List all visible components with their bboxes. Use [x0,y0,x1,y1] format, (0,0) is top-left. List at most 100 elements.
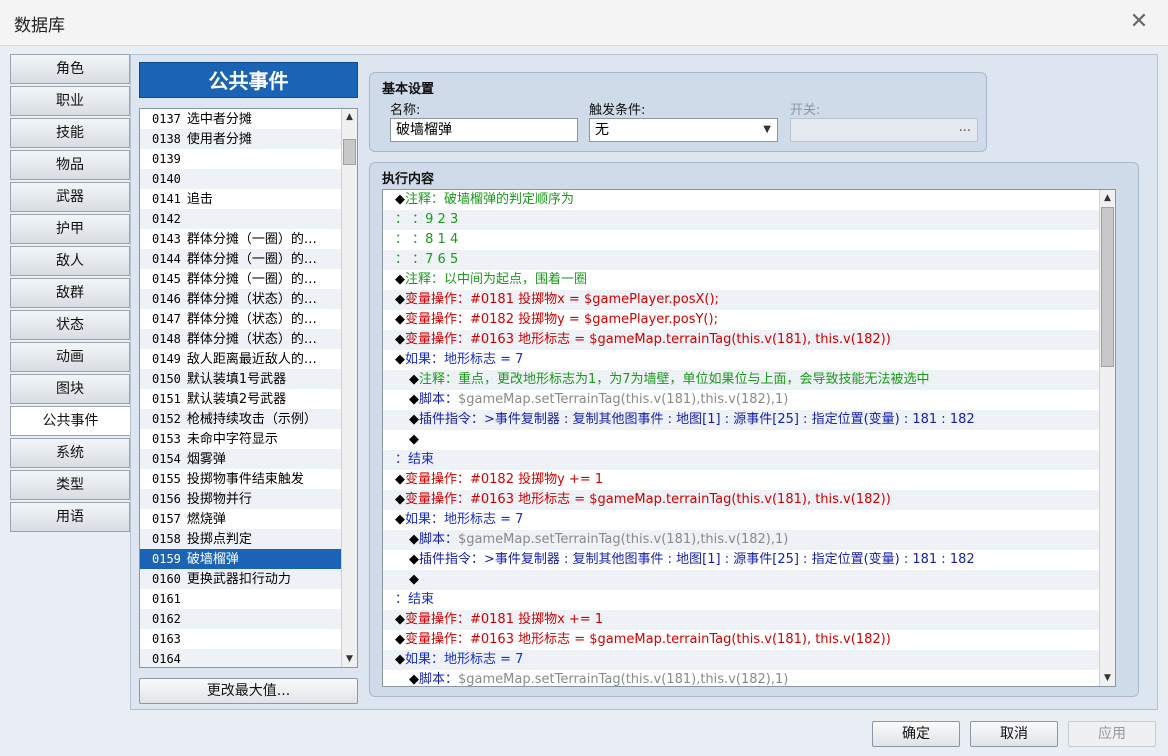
list-item-id: 0148 [152,332,181,346]
list-item-id: 0161 [152,592,181,606]
command-row[interactable]: ◆变量操作：#0182 投掷物y = $gamePlayer.posY(); [383,310,1099,330]
command-text: 脚本： [419,392,459,407]
tab-6[interactable]: 敌人 [10,246,130,276]
tab-13[interactable]: 类型 [10,470,130,500]
scroll-thumb[interactable] [343,139,356,165]
scroll-up-icon[interactable]: ▲ [1100,190,1115,206]
list-item[interactable]: 0152 枪械持续攻击（示例） [140,409,341,429]
scroll-down-icon[interactable]: ▼ [1100,670,1115,686]
list-item[interactable]: 0145 群体分摊（一圈）的… [140,269,341,289]
list-item[interactable]: 0148 群体分摊（状态）的… [140,329,341,349]
name-field[interactable]: 破墙榴弹 [390,118,578,142]
command-row[interactable]: ◆脚本：$gameMap.setTerrainTag(this.v(181),t… [383,670,1099,686]
command-row[interactable]: ◆脚本：$gameMap.setTerrainTag(this.v(181),t… [383,390,1099,410]
list-item[interactable]: 0162 [140,609,341,629]
command-row[interactable]: ：结束 [383,450,1099,470]
tab-10[interactable]: 图块 [10,374,130,404]
category-tabs: 角色 职业 技能 物品 武器 护甲 敌人 敌群 状态 动画 图块 公共事件 系统 类型 用语 [10,54,131,534]
tab-14[interactable]: 用语 [10,502,130,532]
list-item[interactable]: 0144 群体分摊（一圈）的… [140,249,341,269]
list-item[interactable]: 0154 烟雾弹 [140,449,341,469]
tab-12[interactable]: 系统 [10,438,130,468]
command-row[interactable]: ◆脚本：$gameMap.setTerrainTag(this.v(181),t… [383,530,1099,550]
change-max-button[interactable]: 更改最大值... [139,678,358,704]
list-item[interactable]: 0143 群体分摊（一圈）的… [140,229,341,249]
command-row[interactable]: ◆注释：破墙榴弹的判定顺序为 [383,190,1099,210]
list-item[interactable]: 0141 追击 [140,189,341,209]
command-row[interactable]: ◆变量操作：#0163 地形标志 = $gameMap.terrainTag(t… [383,490,1099,510]
list-item[interactable]: 0161 [140,589,341,609]
command-row[interactable]: ◆变量操作：#0181 投掷物x += 1 [383,610,1099,630]
command-row[interactable]: ◆变量操作：#0182 投掷物y += 1 [383,470,1099,490]
list-item[interactable]: 0153 未命中字符显示 [140,429,341,449]
list-item-id: 0160 [152,572,181,586]
list-item[interactable]: 0147 群体分摊（状态）的… [140,309,341,329]
tab-7[interactable]: 敌群 [10,278,130,308]
list-item-id: 0139 [152,152,181,166]
command-row[interactable]: ◆ [383,430,1099,450]
command-row[interactable]: ◆如果：地形标志 = 7 [383,650,1099,670]
tab-8[interactable]: 状态 [10,310,130,340]
command-row[interactable]: ◆变量操作：#0163 地形标志 = $gameMap.terrainTag(t… [383,630,1099,650]
list-item[interactable]: 0156 投掷物并行 [140,489,341,509]
command-row[interactable]: ： ：8 1 4 [383,230,1099,250]
tab-2[interactable]: 技能 [10,118,130,148]
list-item-id: 0164 [152,652,181,666]
list-item[interactable]: 0137 选中者分摊 [140,109,341,129]
command-row[interactable]: ◆插件指令：>事件复制器 : 复制其他图事件 : 地图[1] : 源事件[25]… [383,410,1099,430]
command-row[interactable]: ◆ [383,570,1099,590]
list-item[interactable]: 0149 敌人距离最近敌人的… [140,349,341,369]
scroll-up-icon[interactable]: ▲ [342,109,357,125]
trigger-select[interactable]: 无 ▼ [589,118,778,142]
list-item[interactable]: 0142 [140,209,341,229]
command-row[interactable]: ◆注释：重点，更改地形标志为1，为7为墙壁，单位如果位与上面，会导致技能无法被选… [383,370,1099,390]
tab-1[interactable]: 职业 [10,86,130,116]
command-row[interactable]: ◆插件指令：>事件复制器 : 复制其他图事件 : 地图[1] : 源事件[25]… [383,550,1099,570]
tab-4[interactable]: 武器 [10,182,130,212]
list-scrollbar[interactable]: ▲ ▼ [341,109,357,667]
exec-command-list[interactable]: ◆注释：破墙榴弹的判定顺序为： ：9 2 3： ：8 1 4： ：7 6 5 ◆注… [382,189,1116,687]
list-item-id: 0158 [152,532,181,546]
list-item[interactable]: 0164 [140,649,341,667]
command-marker: ◆ [395,652,405,667]
list-item[interactable]: 0158 投掷点判定 [140,529,341,549]
command-row[interactable]: ◆如果：地形标志 = 7 [383,510,1099,530]
list-item[interactable]: 0155 投掷物事件结束触发 [140,469,341,489]
list-item[interactable]: 0163 [140,629,341,649]
close-icon[interactable]: ✕ [1126,9,1152,35]
command-row[interactable]: ◆变量操作：#0181 投掷物x = $gamePlayer.posX(); [383,290,1099,310]
command-text: 注释：重点，更改地形标志为1，为7为墙壁，单位如果位与上面，会导致技能无法被选中 [419,372,930,387]
list-item[interactable]: 0140 [140,169,341,189]
command-row[interactable]: ◆变量操作：#0163 地形标志 = $gameMap.terrainTag(t… [383,330,1099,350]
list-header: 公共事件 [139,62,358,98]
command-row[interactable]: ：结束 [383,590,1099,610]
list-item[interactable]: 0139 [140,149,341,169]
command-text: ：结束 [395,452,435,467]
list-item[interactable]: 0151 默认装填2号武器 [140,389,341,409]
command-row[interactable]: ： ：9 2 3 [383,210,1099,230]
list-item[interactable]: 0146 群体分摊（状态）的… [140,289,341,309]
common-event-list[interactable]: 0137 选中者分摊 0138 使用者分摊 0139 0140 0141 追击 0142 0143… [139,108,358,668]
list-item[interactable]: 0157 燃烧弹 [140,509,341,529]
list-rows: 0137 选中者分摊 0138 使用者分摊 0139 0140 0141 追击 0142 0143… [140,109,357,667]
scroll-down-icon[interactable]: ▼ [342,651,357,667]
command-marker: ◆ [395,472,405,487]
ok-button[interactable]: 确定 [872,721,960,747]
tab-3[interactable]: 物品 [10,150,130,180]
tab-11[interactable]: 公共事件 [10,406,131,436]
list-item[interactable]: 0138 使用者分摊 [140,129,341,149]
exec-scrollbar[interactable]: ▲ ▼ [1099,190,1115,686]
cancel-button[interactable]: 取消 [970,721,1058,747]
command-row[interactable]: ◆如果：地形标志 = 7 [383,350,1099,370]
command-row[interactable]: ◆注释：以中间为起点，围着一圈 [383,270,1099,290]
command-row[interactable]: ： ：7 6 5 [383,250,1099,270]
tab-0[interactable]: 角色 [10,54,130,84]
tab-9[interactable]: 动画 [10,342,130,372]
tab-5[interactable]: 护甲 [10,214,130,244]
scroll-thumb[interactable] [1101,207,1114,367]
command-text: ： ：8 1 4 [395,232,459,247]
list-item[interactable]: 0159 破墙榴弹 [140,549,341,569]
command-text: ：结束 [395,592,435,607]
list-item[interactable]: 0160 更换武器扣行动力 [140,569,341,589]
list-item[interactable]: 0150 默认装填1号武器 [140,369,341,389]
